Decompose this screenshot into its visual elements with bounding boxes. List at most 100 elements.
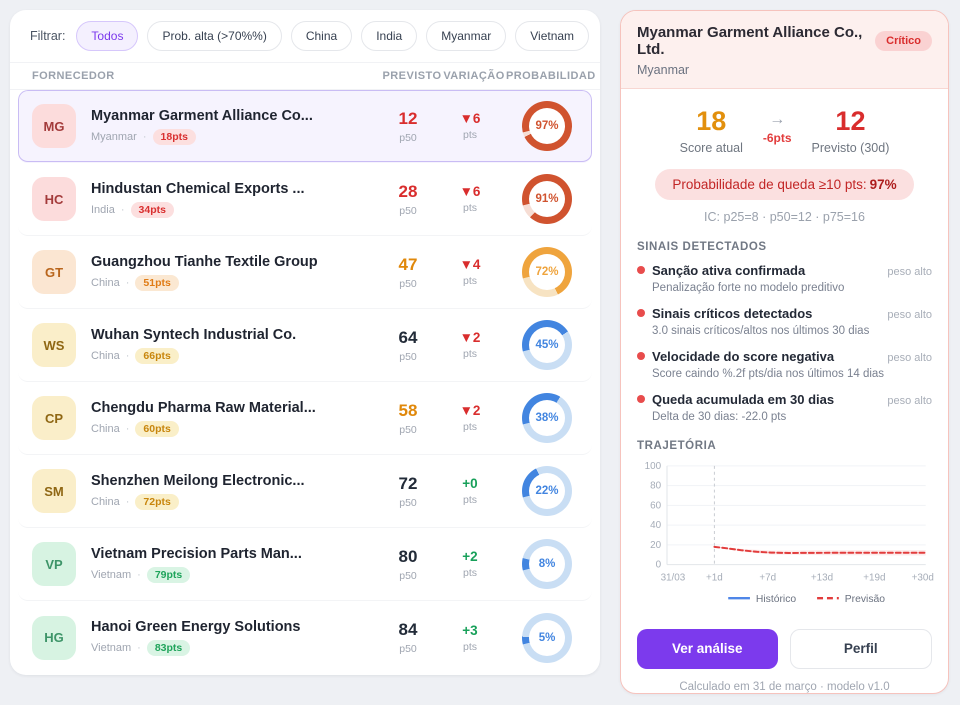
probability-pill: Probabilidade de queda ≥10 pts:97% [655, 169, 913, 200]
y-tick: 60 [650, 500, 661, 511]
supplier-country: Myanmar [91, 131, 137, 143]
supplier-country: India [91, 204, 115, 216]
signal-description: 3.0 sinais críticos/altos nos últimos 30… [652, 325, 932, 337]
supplier-row-vietnam-precision[interactable]: VP Vietnam Precision Parts Man... Vietna… [18, 528, 592, 601]
pts-label: pts [438, 567, 502, 579]
previsto-value: 12 [378, 109, 438, 129]
x-tick: 31/03 [661, 572, 686, 583]
ver-analise-button[interactable]: Ver análise [637, 629, 778, 669]
supplier-row-hindustan-chemical[interactable]: HC Hindustan Chemical Exports ... India … [18, 163, 592, 236]
score-summary: 18 Score atual → -6pts 12 Previsto (30d) [637, 107, 932, 155]
supplier-country: China [91, 277, 120, 289]
supplier-row-guangzhou-tianhe[interactable]: GT Guangzhou Tianhe Textile Group China … [18, 236, 592, 309]
supplier-row-myanmar-garment[interactable]: MG Myanmar Garment Alliance Co... Myanma… [18, 90, 592, 163]
status-badge: Crítico [875, 31, 932, 51]
supplier-row-wuhan-syntech[interactable]: WS Wuhan Syntech Industrial Co. China · … [18, 309, 592, 382]
column-header-variacao: VARIAÇÃO [442, 70, 506, 82]
supplier-name: Chengdu Pharma Raw Material... [91, 400, 378, 416]
avatar: SM [32, 469, 76, 513]
filter-chip-vietnam[interactable]: Vietnam [515, 21, 589, 51]
filter-chip-prob-alta[interactable]: Prob. alta (>70%%) [147, 21, 281, 51]
probability-donut: 45% [522, 320, 572, 370]
variacao-value: ▼2 [438, 403, 502, 418]
probability-value: 45% [535, 339, 558, 351]
variacao-value: ▼6 [438, 184, 502, 199]
signals-list: Sanção ativa confirmada peso alto Penali… [637, 263, 932, 423]
signal-description: Delta de 30 dias: -22.0 pts [652, 411, 932, 423]
previsto-value: 84 [378, 620, 438, 640]
signal-description: Penalização forte no modelo preditivo [652, 282, 932, 294]
supplier-country: China [91, 350, 120, 362]
score-pts-badge: 72pts [135, 494, 178, 510]
p50-label: p50 [378, 424, 438, 436]
pts-label: pts [438, 129, 502, 141]
probability-value: 38% [535, 412, 558, 424]
signal-item: Sanção ativa confirmada peso alto Penali… [637, 263, 932, 294]
score-pts-badge: 51pts [135, 275, 178, 291]
x-tick: +13d [811, 572, 833, 583]
probability-value: 72% [535, 266, 558, 278]
meta-separator: · [126, 277, 130, 289]
filter-chip-india[interactable]: India [361, 21, 417, 51]
column-header-fornecedor: FORNECEDOR [32, 70, 382, 82]
signal-item: Velocidade do score negativa peso alto S… [637, 349, 932, 380]
probability-value: 91% [535, 193, 558, 205]
signal-dot-icon [637, 266, 645, 274]
signal-weight: peso alto [887, 266, 932, 278]
x-tick: +30d [912, 572, 934, 583]
meta-separator: · [121, 204, 125, 216]
supplier-row-shenzhen-meilong[interactable]: SM Shenzhen Meilong Electronic... China … [18, 455, 592, 528]
supplier-row-hanoi-green[interactable]: HG Hanoi Green Energy Solutions Vietnam … [18, 601, 592, 674]
column-header-previsto: PREVISTO [382, 70, 442, 82]
avatar: VP [32, 542, 76, 586]
score-delta: -6pts [763, 131, 792, 145]
y-tick: 80 [650, 480, 661, 491]
variacao-value: +2 [438, 549, 502, 564]
probability-pill-text: Probabilidade de queda ≥10 pts: [672, 177, 866, 192]
supplier-name: Hanoi Green Energy Solutions [91, 619, 378, 635]
trajectory-header: TRAJETÓRIA [637, 440, 932, 452]
filter-chip-china[interactable]: China [291, 21, 352, 51]
supplier-name: Guangzhou Tianhe Textile Group [91, 254, 378, 270]
probability-donut: 22% [522, 466, 572, 516]
supplier-name: Shenzhen Meilong Electronic... [91, 473, 378, 489]
y-tick: 20 [650, 540, 661, 551]
filter-chip-myanmar[interactable]: Myanmar [426, 21, 506, 51]
supplier-country: China [91, 496, 120, 508]
legend-previsao-label: Previsão [845, 594, 886, 605]
probability-value: 5% [539, 632, 556, 644]
signal-weight: peso alto [887, 309, 932, 321]
supplier-country: China [91, 423, 120, 435]
p50-label: p50 [378, 351, 438, 363]
filter-chip-todos[interactable]: Todos [76, 21, 138, 51]
detail-header: Myanmar Garment Alliance Co., Ltd. Críti… [621, 11, 948, 89]
perfil-button[interactable]: Perfil [790, 629, 933, 669]
previsto-value: 58 [378, 401, 438, 421]
signal-description: Score caindo %.2f pts/dia nos últimos 14… [652, 368, 932, 380]
supplier-name: Hindustan Chemical Exports ... [91, 181, 378, 197]
previsto-value: 28 [378, 182, 438, 202]
filter-bar: Filtrar: Todos Prob. alta (>70%%) China … [10, 10, 600, 62]
supplier-row-chengdu-pharma[interactable]: CP Chengdu Pharma Raw Material... China … [18, 382, 592, 455]
supplier-country: Vietnam [91, 569, 131, 581]
supplier-rows: MG Myanmar Garment Alliance Co... Myanma… [10, 90, 600, 674]
variacao-value: ▼6 [438, 111, 502, 126]
supplier-country: Vietnam [91, 642, 131, 654]
avatar: HC [32, 177, 76, 221]
p50-label: p50 [378, 278, 438, 290]
supplier-name: Myanmar Garment Alliance Co... [91, 108, 378, 124]
p50-label: p50 [378, 497, 438, 509]
detail-footer: Calculado em 31 de março · modelo v1.0 [637, 681, 932, 693]
meta-separator: · [126, 496, 130, 508]
score-pts-badge: 79pts [147, 567, 190, 583]
previsto-value: 64 [378, 328, 438, 348]
variacao-value: +3 [438, 623, 502, 638]
probability-value: 8% [539, 558, 556, 570]
pts-label: pts [438, 494, 502, 506]
legend-historico-label: Histórico [756, 594, 797, 605]
score-pts-badge: 18pts [153, 129, 196, 145]
avatar: HG [32, 616, 76, 660]
column-header-probabilidade: PROBABILIDADE [506, 70, 596, 82]
signal-title: Queda acumulada em 30 dias [652, 392, 887, 407]
score-pts-badge: 60pts [135, 421, 178, 437]
